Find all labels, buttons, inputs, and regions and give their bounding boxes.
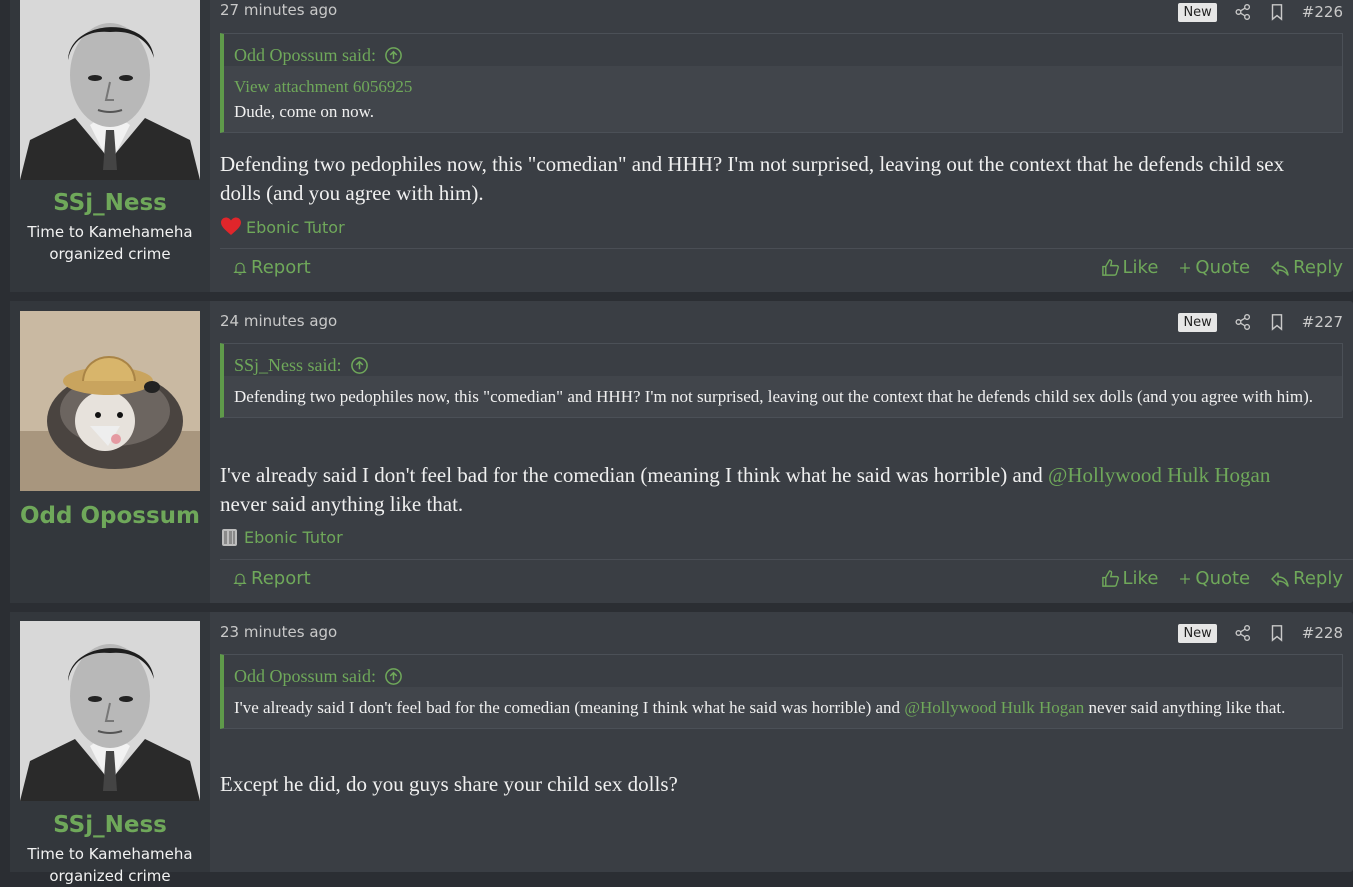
post-226: SSj_Ness Time to Kamehameha organized cr… (10, 0, 1353, 292)
reply-button[interactable]: Reply (1270, 257, 1343, 278)
post-timestamp[interactable]: 23 minutes ago (220, 623, 337, 641)
quote-text-start: I've already said I don't feel bad for t… (234, 698, 905, 717)
user-title: Time to Kamehameha organized crime (27, 223, 193, 263)
quote-text: Dude, come on now. (234, 102, 375, 121)
post-meta: New #226 (1178, 1, 1343, 23)
quote-body: View attachment 6056925 Dude, come on no… (224, 66, 1342, 132)
quote-author[interactable]: SSj_Ness said: (234, 355, 342, 376)
jump-to-quote-icon[interactable] (350, 356, 369, 375)
share-icon[interactable] (1234, 3, 1252, 21)
post-main: 27 minutes ago New #226 Odd Opossum said… (220, 0, 1353, 292)
user-sidebar: SSj_Ness Time to Kamehameha organized cr… (10, 612, 210, 885)
report-label: Report (251, 257, 311, 278)
post-meta: New #227 (1178, 311, 1343, 333)
new-badge: New (1178, 2, 1217, 22)
post-227: Odd Opossum 24 minutes ago New #227 SSj_… (10, 301, 1353, 603)
user-sidebar: SSj_Ness Time to Kamehameha organized cr… (10, 0, 210, 292)
heart-reaction-icon (221, 217, 241, 235)
reply-label: Reply (1293, 568, 1343, 589)
post-main: 23 minutes ago New #228 Odd Opossum said… (220, 612, 1353, 872)
bell-icon (232, 571, 248, 587)
post-main: 24 minutes ago New #227 SSj_Ness said: D… (220, 301, 1353, 603)
avatar[interactable] (20, 0, 200, 180)
jump-to-quote-icon[interactable] (384, 46, 403, 65)
body-text-start: I've already said I don't feel bad for t… (220, 463, 1049, 487)
quote-author[interactable]: Odd Opossum said: (234, 45, 376, 66)
post-body: I've already said I don't feel bad for t… (220, 461, 1313, 519)
quote-text-end: never said anything like that. (1084, 698, 1286, 717)
bookmark-icon[interactable] (1268, 313, 1286, 331)
quote-text: Defending two pedophiles now, this "come… (234, 387, 1314, 406)
reaction-icon (222, 529, 237, 546)
quote-button[interactable]: Quote (1178, 257, 1250, 278)
plus-icon (1178, 261, 1192, 275)
reactions-bar[interactable]: Ebonic Tutor (220, 526, 343, 548)
body-text-end: never said anything like that. (220, 492, 464, 516)
quote-button[interactable]: Quote (1178, 568, 1250, 589)
quote-header[interactable]: Odd Opossum said: (224, 34, 1342, 66)
post-number[interactable]: #228 (1302, 624, 1343, 642)
attachment-link[interactable]: View attachment 6056925 (234, 74, 1332, 99)
like-label: Like (1122, 568, 1159, 589)
reply-icon (1270, 569, 1290, 589)
like-button[interactable]: Like (1101, 568, 1159, 589)
like-label: Like (1122, 257, 1159, 278)
reply-button[interactable]: Reply (1270, 568, 1343, 589)
bookmark-icon[interactable] (1268, 624, 1286, 642)
new-badge: New (1178, 623, 1217, 643)
post-body: Except he did, do you guys share your ch… (220, 772, 678, 796)
bookmark-icon[interactable] (1268, 3, 1286, 21)
post-number[interactable]: #226 (1302, 3, 1343, 21)
post-body: Defending two pedophiles now, this "come… (220, 152, 1285, 205)
quote-block: Odd Opossum said: View attachment 605692… (220, 33, 1343, 133)
new-badge: New (1178, 312, 1217, 332)
reply-icon (1270, 258, 1290, 278)
post-number[interactable]: #227 (1302, 313, 1343, 331)
avatar[interactable] (20, 311, 200, 491)
post-meta: New #228 (1178, 622, 1343, 644)
avatar[interactable] (20, 621, 200, 801)
share-icon[interactable] (1234, 624, 1252, 642)
user-sidebar: Odd Opossum (10, 301, 210, 603)
quote-block: SSj_Ness said: Defending two pedophiles … (220, 343, 1343, 418)
thumbs-up-icon (1101, 258, 1120, 277)
post-footer: Report Like Quote Reply (220, 559, 1353, 604)
post-timestamp[interactable]: 27 minutes ago (220, 1, 337, 19)
quote-header[interactable]: SSj_Ness said: (224, 344, 1342, 376)
thumbs-up-icon (1101, 569, 1120, 588)
quote-author[interactable]: Odd Opossum said: (234, 666, 376, 687)
user-mention-link[interactable]: @Hollywood Hulk Hogan (904, 698, 1084, 717)
like-button[interactable]: Like (1101, 257, 1159, 278)
quote-body: Defending two pedophiles now, this "come… (224, 376, 1342, 417)
quote-block: Odd Opossum said: I've already said I do… (220, 654, 1343, 729)
reactions-bar[interactable]: Ebonic Tutor (220, 216, 345, 238)
reaction-user[interactable]: Ebonic Tutor (244, 528, 343, 547)
quote-header[interactable]: Odd Opossum said: (224, 655, 1342, 687)
report-label: Report (251, 568, 311, 589)
report-button[interactable]: Report (232, 257, 311, 278)
username[interactable]: SSj_Ness (10, 190, 210, 216)
plus-icon (1178, 572, 1192, 586)
post-footer: Report Like Quote Reply (220, 248, 1353, 293)
bell-icon (232, 260, 248, 276)
username[interactable]: Odd Opossum (10, 503, 210, 529)
user-mention-link[interactable]: @Hollywood Hulk Hogan (1048, 463, 1270, 487)
quote-body: I've already said I don't feel bad for t… (224, 687, 1342, 728)
post-228: SSj_Ness Time to Kamehameha organized cr… (10, 612, 1353, 885)
post-timestamp[interactable]: 24 minutes ago (220, 312, 337, 330)
reaction-user[interactable]: Ebonic Tutor (246, 218, 345, 237)
report-button[interactable]: Report (232, 568, 311, 589)
username[interactable]: SSj_Ness (10, 812, 210, 838)
user-title: Time to Kamehameha organized crime (27, 845, 193, 885)
share-icon[interactable] (1234, 313, 1252, 331)
quote-label: Quote (1195, 257, 1251, 278)
reply-label: Reply (1293, 257, 1343, 278)
quote-label: Quote (1195, 568, 1251, 589)
jump-to-quote-icon[interactable] (384, 667, 403, 686)
